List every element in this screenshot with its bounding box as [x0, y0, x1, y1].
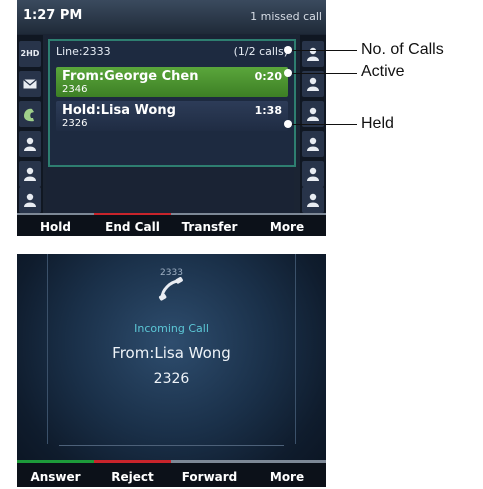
active-annotation: Active — [361, 63, 405, 80]
status-time: 1:27 PM — [23, 8, 83, 23]
active-call-row[interactable]: From:George Chen 2346 0:20 — [56, 67, 288, 97]
active-calls-screen: 1:27 PM 1 missed call 2HD Line:2333 (1/2… — [17, 0, 326, 236]
hold-softkey[interactable]: Hold — [17, 213, 94, 236]
calls-annotation: No. of Calls — [361, 41, 444, 58]
right-contact-key-4[interactable] — [302, 131, 324, 157]
contact-key-1[interactable] — [19, 131, 41, 157]
reject-softkey[interactable]: Reject — [94, 460, 171, 487]
messages-key[interactable] — [19, 71, 41, 97]
held-leader-line — [292, 124, 357, 125]
more-softkey[interactable]: More — [248, 213, 326, 236]
contact-key-3[interactable] — [19, 187, 41, 213]
person-icon — [307, 193, 319, 207]
hd-line-key[interactable]: 2HD — [19, 41, 41, 67]
caller-name: From:Lisa Wong — [112, 344, 231, 362]
person-icon — [307, 167, 319, 181]
divider — [59, 445, 284, 446]
active-leader-line — [292, 73, 357, 74]
line-group[interactable]: Line:2333 (1/2 calls) From:George Chen 2… — [48, 39, 296, 167]
person-icon — [307, 137, 319, 151]
held-call-row[interactable]: Hold:Lisa Wong 2326 1:38 — [56, 101, 288, 131]
person-icon — [307, 77, 319, 91]
held-annotation: Held — [361, 115, 394, 132]
person-icon — [307, 107, 319, 121]
incoming-call-title: Incoming Call — [134, 322, 209, 335]
caller-name: From:George Chen — [62, 69, 199, 84]
forward-softkey[interactable]: Forward — [171, 460, 248, 487]
incoming-call-screen: 2333 Incoming Call From:Lisa Wong 2326 A… — [17, 254, 326, 487]
answer-softkey[interactable]: Answer — [17, 460, 94, 487]
status-bar: 1:27 PM 1 missed call — [17, 0, 326, 34]
held-marker — [284, 120, 292, 128]
calls-marker — [284, 46, 292, 54]
calls-panel: Line:2333 (1/2 calls) From:George Chen 2… — [46, 35, 296, 213]
active-marker — [284, 69, 292, 77]
more-softkey[interactable]: More — [248, 460, 326, 487]
call-count: (1/2 calls) — [233, 45, 288, 58]
hd-label: 2HD — [20, 49, 40, 58]
contact-key-2[interactable] — [19, 161, 41, 187]
person-icon — [24, 193, 36, 207]
right-contact-key-5[interactable] — [302, 161, 324, 187]
call-duration: 1:38 — [254, 104, 282, 117]
missed-call-indicator[interactable]: 1 missed call — [250, 10, 322, 23]
softkey-bar: Answer Reject Forward More — [17, 460, 326, 487]
line-label: Line:2333 — [56, 45, 111, 58]
left-line-keys: 2HD — [17, 35, 43, 213]
callers-key[interactable] — [19, 101, 41, 127]
caller-number: 2346 — [62, 84, 88, 95]
calls-leader-line — [292, 50, 357, 51]
caller-number: 2326 — [153, 371, 190, 387]
caller-name: Hold:Lisa Wong — [62, 103, 176, 118]
envelope-icon — [23, 79, 37, 89]
transfer-softkey[interactable]: Transfer — [171, 213, 248, 236]
right-contact-key-2[interactable] — [302, 71, 324, 97]
right-contact-key-6[interactable] — [302, 187, 324, 213]
person-icon — [24, 137, 36, 151]
incoming-handset-icon — [158, 276, 183, 301]
end-call-softkey[interactable]: End Call — [94, 213, 171, 236]
person-icon — [24, 167, 36, 181]
phone-hand-icon — [24, 108, 34, 122]
call-duration: 0:20 — [254, 70, 282, 83]
caller-number: 2326 — [62, 118, 88, 129]
right-contact-key-1[interactable] — [302, 41, 324, 67]
softkey-bar: Hold End Call Transfer More — [17, 213, 326, 236]
